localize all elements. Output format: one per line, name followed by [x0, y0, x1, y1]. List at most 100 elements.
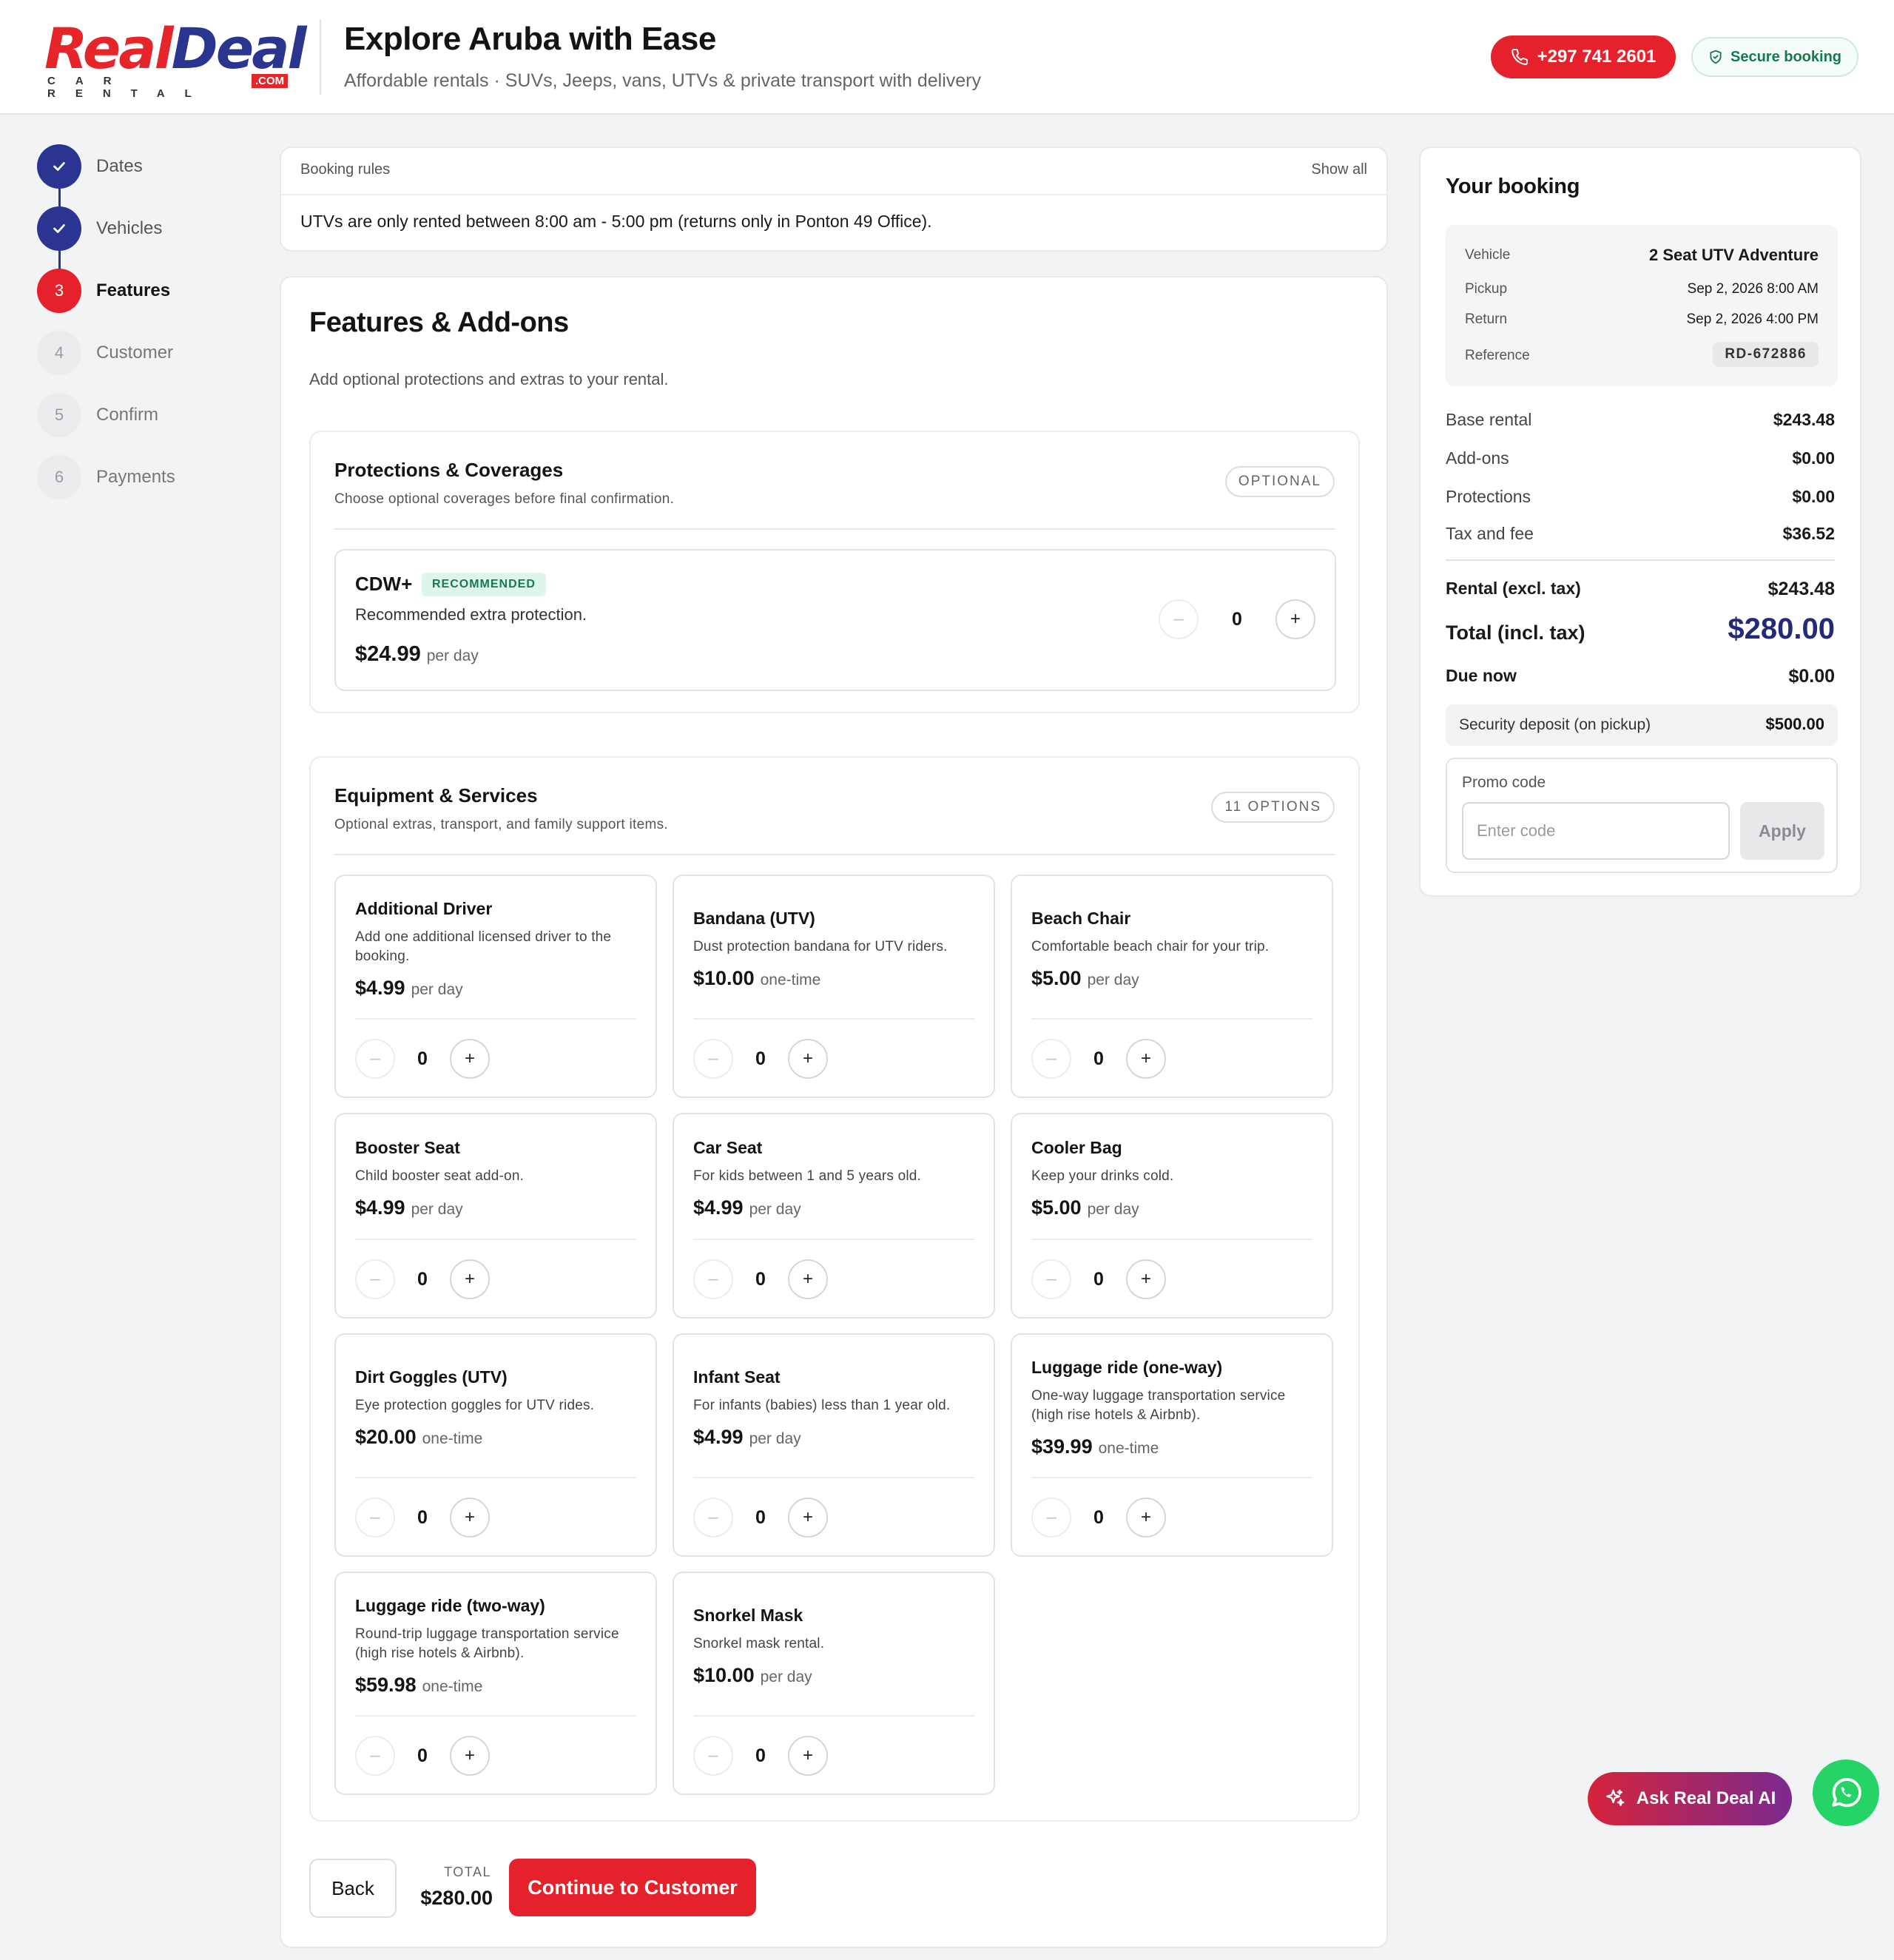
decrement-button[interactable]: – — [1159, 599, 1199, 639]
row-label: Total (incl. tax) — [1446, 622, 1585, 644]
site-header: RealDeal CAR RENTAL .COM Explore Aruba w… — [0, 0, 1894, 115]
quantity-value: 0 — [417, 1048, 428, 1069]
option-name: Luggage ride (two-way) — [355, 1596, 545, 1615]
option-beach-chair: Beach Chair Comfortable beach chair for … — [1011, 875, 1333, 1098]
price-value: $5.00 — [1031, 1196, 1082, 1219]
due-now-row: Due now $0.00 — [1446, 666, 1835, 687]
step-vehicles[interactable]: Vehicles — [37, 206, 259, 251]
price-value: $20.00 — [355, 1426, 417, 1448]
price-unit: per day — [760, 1668, 812, 1685]
option-booster-seat: Booster Seat Child booster seat add-on. … — [334, 1113, 657, 1319]
equipment-subtitle: Optional extras, transport, and family s… — [334, 817, 668, 832]
reference-value: RD-672886 — [1713, 342, 1819, 367]
increment-button[interactable]: + — [1126, 1039, 1166, 1079]
option-description: Round-trip luggage transportation servic… — [355, 1626, 619, 1661]
row-label: Due now — [1446, 666, 1517, 685]
continue-button[interactable]: Continue to Customer — [509, 1859, 756, 1916]
increment-button[interactable]: + — [1126, 1498, 1166, 1538]
decrement-button[interactable]: – — [355, 1498, 395, 1538]
increment-button[interactable]: + — [450, 1736, 490, 1776]
increment-button[interactable]: + — [450, 1498, 490, 1538]
price-value: $4.99 — [693, 1426, 744, 1448]
vehicle-value: 2 Seat UTV Adventure — [1648, 246, 1819, 264]
step-confirm: 5 Confirm — [37, 393, 259, 437]
quantity-stepper: – 0 + — [1159, 599, 1315, 639]
ask-ai-label: Ask Real Deal AI — [1636, 1788, 1776, 1808]
show-all-link[interactable]: Show all — [1311, 161, 1367, 178]
call-button[interactable]: +297 741 2601 — [1491, 36, 1676, 78]
step-customer: 4 Customer — [37, 331, 259, 375]
divider — [693, 1018, 974, 1020]
price-value: $4.99 — [693, 1196, 744, 1219]
increment-button[interactable]: + — [450, 1259, 490, 1299]
return-value: Sep 2, 2026 4:00 PM — [1686, 311, 1819, 327]
increment-button[interactable]: + — [788, 1498, 828, 1538]
row-value: $243.48 — [1767, 579, 1835, 599]
option-description: Child booster seat add-on. — [355, 1168, 525, 1184]
step-label: Customer — [96, 343, 174, 363]
divider — [1031, 1018, 1312, 1020]
option-description: Comfortable beach chair for your trip. — [1031, 939, 1270, 954]
decrement-button[interactable]: – — [1031, 1259, 1071, 1299]
quantity-value: 0 — [755, 1506, 766, 1528]
row-value: $500.00 — [1765, 715, 1824, 733]
summary-title: Your booking — [1446, 175, 1580, 198]
option-price: $4.99 per day — [355, 1196, 636, 1219]
promo-code-label: Promo code — [1462, 774, 1546, 791]
decrement-button[interactable]: – — [693, 1039, 733, 1079]
row-label: Tax and fee — [1446, 524, 1534, 543]
option-price: $10.00 one-time — [693, 967, 974, 990]
decrement-button[interactable]: – — [693, 1498, 733, 1538]
decrement-button[interactable]: – — [693, 1736, 733, 1776]
quantity-stepper: – 0 + — [693, 1498, 828, 1538]
row-value: $243.48 — [1773, 410, 1835, 429]
addons-row: Add-ons $0.00 — [1446, 448, 1835, 468]
row-label: Vehicle — [1465, 247, 1511, 263]
price-value: $4.99 — [355, 1196, 405, 1219]
total-value: $280.00 — [1728, 613, 1835, 645]
promo-code-input[interactable] — [1462, 802, 1730, 860]
increment-button[interactable]: + — [1275, 599, 1315, 639]
decrement-button[interactable]: – — [355, 1039, 395, 1079]
increment-button[interactable]: + — [788, 1736, 828, 1776]
whatsapp-button[interactable] — [1813, 1759, 1879, 1826]
step-number: 3 — [37, 269, 81, 313]
increment-button[interactable]: + — [788, 1039, 828, 1079]
option-cooler-bag: Cooler Bag Keep your drinks cold. $5.00 p… — [1011, 1113, 1333, 1319]
option-name: Infant Seat — [693, 1367, 781, 1387]
step-payments: 6 Payments — [37, 455, 259, 499]
price-value: $10.00 — [693, 1664, 755, 1686]
rental-excl-tax-row: Rental (excl. tax) $243.48 — [1446, 579, 1835, 599]
quantity-value: 0 — [417, 1745, 428, 1766]
decrement-button[interactable]: – — [1031, 1498, 1071, 1538]
increment-button[interactable]: + — [1126, 1259, 1166, 1299]
divider — [355, 1018, 636, 1020]
step-label: Vehicles — [96, 218, 163, 238]
decrement-button[interactable]: – — [693, 1259, 733, 1299]
decrement-button[interactable]: – — [355, 1736, 395, 1776]
apply-button[interactable]: Apply — [1740, 802, 1824, 860]
option-description: Keep your drinks cold. — [1031, 1168, 1174, 1184]
price-unit: one-time — [760, 971, 821, 989]
row-value: $0.00 — [1788, 666, 1835, 687]
step-features[interactable]: 3 Features — [37, 269, 259, 313]
logo[interactable]: RealDeal CAR RENTAL .COM — [44, 19, 307, 101]
increment-button[interactable]: + — [450, 1039, 490, 1079]
option-name: Additional Driver — [355, 899, 493, 918]
decrement-button[interactable]: – — [355, 1259, 395, 1299]
shield-icon — [1710, 50, 1722, 64]
price-value: $39.99 — [1031, 1435, 1093, 1458]
step-number: 4 — [37, 331, 81, 375]
back-button[interactable]: Back — [309, 1859, 397, 1918]
increment-button[interactable]: + — [788, 1259, 828, 1299]
step-dates[interactable]: Dates — [37, 144, 259, 189]
price-unit: one-time — [1098, 1440, 1159, 1457]
decrement-button[interactable]: – — [1031, 1039, 1071, 1079]
row-label: Return — [1465, 311, 1508, 327]
protections-section: Protections & Coverages Choose optional … — [309, 431, 1360, 713]
option-additional-driver: Additional Driver Add one additional lic… — [334, 875, 657, 1098]
ask-ai-button[interactable]: Ask Real Deal AI — [1588, 1772, 1792, 1825]
option-name: Cooler Bag — [1031, 1138, 1122, 1157]
row-label: Security deposit (on pickup) — [1459, 716, 1651, 733]
check-icon — [37, 144, 81, 189]
